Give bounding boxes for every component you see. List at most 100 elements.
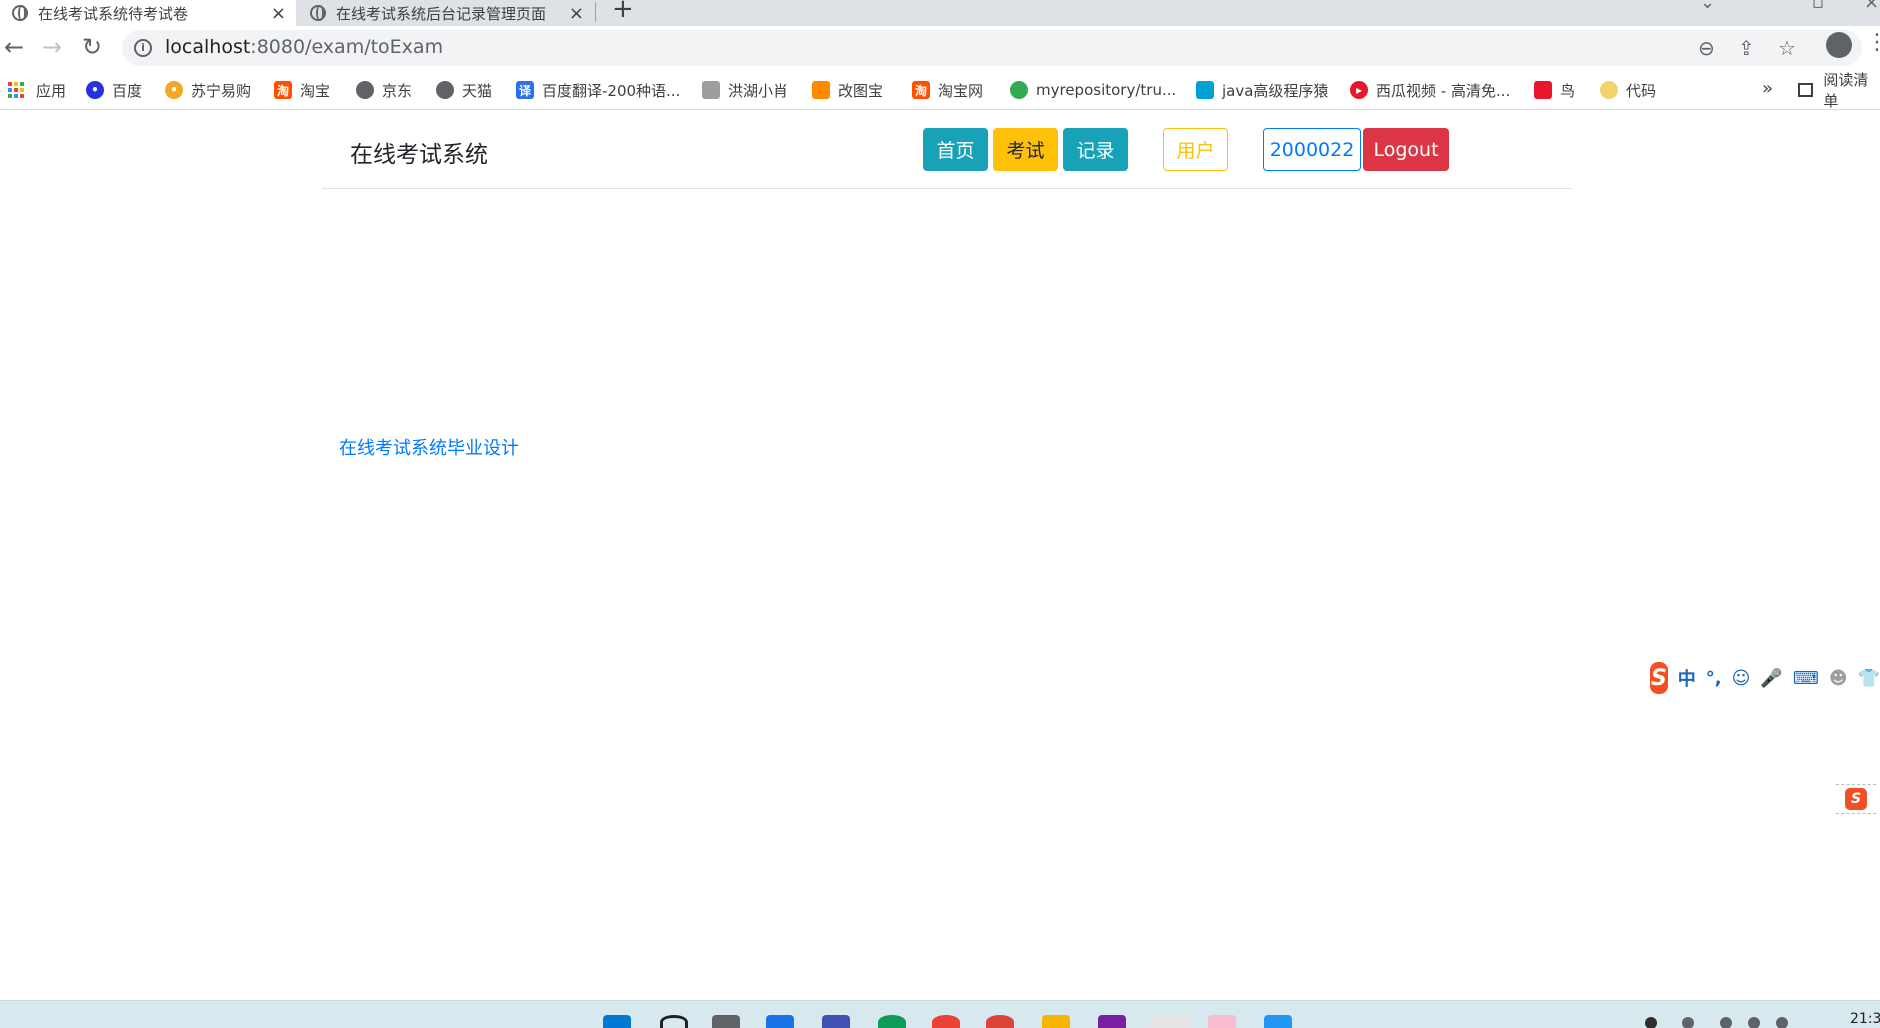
site-brand[interactable]: 在线考试系统 (350, 135, 488, 169)
more-bookmarks-icon[interactable]: » (1762, 78, 1773, 99)
reading-list[interactable]: 阅读清单 (1798, 70, 1880, 110)
zoom-out-icon[interactable]: ⊖ (1698, 36, 1715, 60)
tray-qq-icon[interactable] (1645, 1017, 1657, 1028)
keyboard-icon[interactable]: ⌨ (1793, 668, 1819, 689)
tab-title: 在线考试系统待考试卷 (38, 4, 189, 23)
gaitubao-icon (812, 81, 830, 99)
bird-red-icon (1534, 81, 1552, 99)
volume-icon[interactable] (1748, 1017, 1760, 1028)
ime-punctuation-toggle[interactable]: °, (1706, 668, 1722, 689)
chrome-icon[interactable] (932, 1015, 960, 1028)
widgets-icon[interactable] (766, 1015, 794, 1028)
url-host: localhost (165, 36, 251, 58)
bookmark-baidu[interactable]: • 百度 (86, 70, 142, 110)
search-icon[interactable] (660, 1015, 688, 1028)
bookmark-baidu-translate[interactable]: 译 百度翻译-200种语... (516, 70, 680, 110)
paint-icon[interactable] (1208, 1015, 1236, 1028)
bookmark-label: 天猫 (462, 81, 493, 100)
browser-tab-strip: 在线考试系统待考试卷 × 在线考试系统后台记录管理页面 × + ⌄ ▫ × (0, 0, 1880, 26)
wifi-icon[interactable] (1720, 1017, 1732, 1028)
url-text[interactable]: localhost:8080/exam/toExam (165, 36, 443, 58)
sogou-logo-icon[interactable]: S (1650, 662, 1668, 694)
bookmark-taobao[interactable]: 淘 淘宝 (274, 70, 330, 110)
bookmark-gaitubao[interactable]: 改图宝 (812, 70, 883, 110)
site-info-icon[interactable]: i (134, 39, 152, 57)
home-button[interactable]: 首页 (923, 128, 988, 171)
bookmark-taobao-net[interactable]: 淘 淘宝网 (912, 70, 983, 110)
close-tab-icon[interactable]: × (569, 3, 584, 24)
close-tab-icon[interactable]: × (271, 3, 286, 24)
logout-button[interactable]: Logout (1363, 128, 1449, 171)
bookmark-tmall[interactable]: 天猫 (436, 70, 492, 110)
bookmark-bird[interactable]: 鸟 (1534, 70, 1575, 110)
file-explorer-icon[interactable] (1042, 1015, 1070, 1028)
task-view-icon[interactable] (712, 1015, 740, 1028)
bookmark-label: 应用 (36, 81, 67, 100)
ime-toolbar: S 中 °, ☺ 🎤 ⌨ ☻ 👕 (1650, 660, 1880, 696)
bookmark-jd[interactable]: 京东 (356, 70, 412, 110)
clock[interactable]: 21:33 (1850, 1011, 1880, 1027)
active-app-icon[interactable] (1150, 1015, 1190, 1028)
graduation-design-link[interactable]: 在线考试系统毕业设计 (339, 434, 519, 460)
profile-avatar-icon[interactable] (1826, 32, 1852, 58)
tab-admin-records[interactable]: 在线考试系统后台记录管理页面 × (298, 0, 594, 26)
back-arrow-icon[interactable]: ← (4, 32, 24, 62)
tab-separator (595, 2, 596, 22)
bookmarks-bar: 应用 • 百度 • 苏宁易购 淘 淘宝 京东 天猫 译 百度翻译-200种语..… (0, 70, 1880, 110)
new-tab-icon[interactable]: + (612, 0, 634, 24)
globe-icon (12, 5, 28, 21)
chrome-icon (1010, 81, 1028, 99)
bookmark-label: 代码 (1626, 81, 1657, 100)
user-id-button[interactable]: 2000022 (1263, 128, 1361, 171)
xigua-icon: ▸ (1350, 81, 1368, 99)
bookmark-label: myrepository/tru... (1036, 81, 1177, 99)
bookmark-honghu[interactable]: 洪湖小肖 (702, 70, 788, 110)
chrome-alt-icon[interactable] (986, 1015, 1014, 1028)
tray-pen-icon[interactable] (1682, 1017, 1694, 1028)
bookmark-star-icon[interactable]: ☆ (1778, 36, 1796, 60)
browser-menu-icon[interactable]: ⋮ (1866, 30, 1880, 55)
tab-search-icon[interactable]: ⌄ (1700, 0, 1715, 13)
globe-icon (436, 81, 454, 99)
bookmark-label: 淘宝网 (938, 81, 984, 100)
restore-window-icon[interactable]: ▫ (1812, 0, 1824, 13)
forward-arrow-icon[interactable]: → (42, 32, 62, 62)
taobao-icon: 淘 (912, 81, 930, 99)
bookmark-label: 百度 (112, 81, 143, 100)
intellij-icon[interactable] (1098, 1015, 1126, 1028)
skin-shirt-icon[interactable]: 👕 (1858, 668, 1880, 689)
ime-language-toggle[interactable]: 中 (1678, 665, 1696, 691)
tab-exam-papers[interactable]: 在线考试系统待考试卷 × (0, 0, 296, 26)
moon-icon (1600, 81, 1618, 99)
bookmark-java[interactable]: java高级程序猿 (1196, 70, 1328, 110)
user-button[interactable]: 用户 (1163, 128, 1228, 171)
bookmark-label: java高级程序猿 (1222, 81, 1329, 100)
edge-icon[interactable] (878, 1015, 906, 1028)
reload-icon[interactable]: ↻ (82, 32, 102, 62)
app-icon[interactable] (822, 1015, 850, 1028)
bookmark-apps[interactable]: 应用 (8, 70, 66, 110)
start-icon[interactable] (603, 1015, 631, 1028)
battery-icon[interactable] (1776, 1017, 1788, 1028)
record-button[interactable]: 记录 (1063, 128, 1128, 171)
bookmark-label: 百度翻译-200种语... (542, 81, 681, 100)
address-bar[interactable]: i localhost:8080/exam/toExam ⊖ ⇪ ☆ (122, 30, 1862, 66)
windows-taskbar: 21:33 (0, 1000, 1880, 1028)
user-icon[interactable]: ☻ (1829, 668, 1848, 689)
share-icon[interactable]: ⇪ (1738, 36, 1755, 60)
baidu-paw-icon: • (86, 81, 104, 99)
ime-mini-toolbar[interactable]: S (1836, 784, 1876, 814)
bookmark-label: 苏宁易购 (191, 81, 252, 100)
bookmark-suning[interactable]: • 苏宁易购 (165, 70, 251, 110)
translate-icon: 译 (516, 81, 534, 99)
app-blue-icon[interactable] (1264, 1015, 1292, 1028)
close-window-icon[interactable]: × (1864, 0, 1879, 13)
bookmark-myrepository[interactable]: myrepository/tru... (1010, 70, 1176, 110)
bookmark-xigua[interactable]: ▸ 西瓜视频 - 高清免... (1350, 70, 1510, 110)
bookmark-code[interactable]: 代码 (1600, 70, 1656, 110)
exam-button[interactable]: 考试 (993, 128, 1058, 171)
bookmark-label: 京东 (382, 81, 413, 100)
microphone-icon[interactable]: 🎤 (1760, 668, 1782, 689)
emoji-icon[interactable]: ☺ (1732, 668, 1751, 689)
globe-icon (310, 5, 326, 21)
